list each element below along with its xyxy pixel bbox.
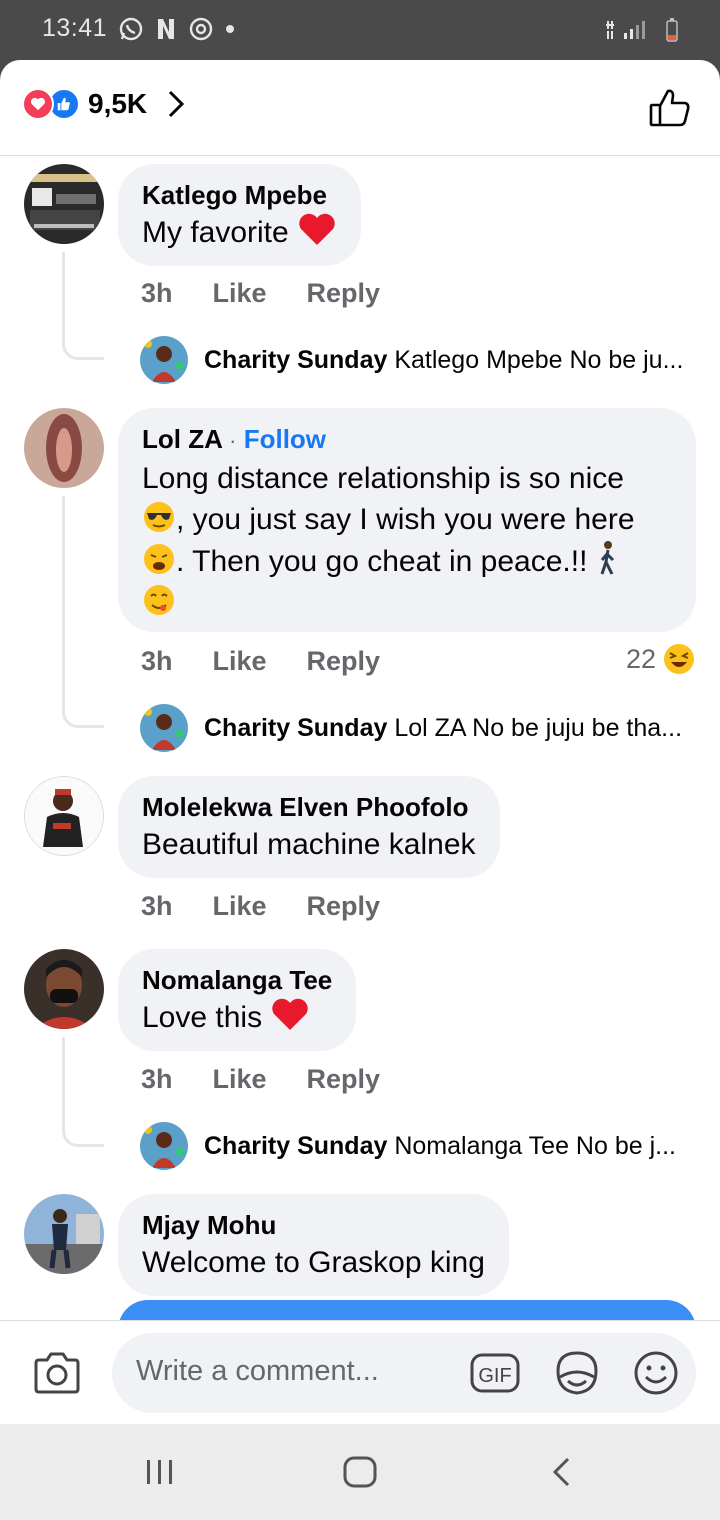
like-button[interactable]: Like — [213, 1064, 267, 1095]
home-icon[interactable] — [342, 1456, 378, 1488]
reply-button[interactable]: Reply — [307, 891, 381, 922]
comment-bubble[interactable]: Molelekwa Elven Phoofolo Beautiful machi… — [118, 776, 500, 878]
comment-actions: 3h Like Reply — [141, 646, 380, 677]
comment-bubble[interactable]: Mjay Mohu Welcome to Graskop king — [118, 1194, 509, 1296]
reaction-count: 9,5K — [88, 88, 148, 119]
reactions-summary[interactable]: 9,5K — [22, 88, 187, 120]
comment-text: Welcome to Graskop king — [142, 1246, 485, 1279]
comment-author[interactable]: Nomalanga Tee — [142, 963, 332, 997]
comment-author-row: Lol ZA · Follow — [142, 422, 672, 458]
reply-button[interactable]: Reply — [307, 1064, 381, 1095]
avatar[interactable] — [24, 949, 104, 1029]
gif-icon[interactable]: GIF — [470, 1349, 520, 1397]
reply-author: Charity Sunday — [204, 713, 388, 742]
reply-text: Charity Sunday Nomalanga Tee No be j... — [204, 1131, 676, 1160]
recent-apps-icon[interactable] — [144, 1456, 176, 1488]
comment-author[interactable]: Mjay Mohu — [142, 1208, 485, 1242]
comment-composer: Write a comment... GIF — [0, 1320, 720, 1424]
reply-author: Charity Sunday — [204, 345, 388, 374]
reply-button[interactable]: Reply — [307, 646, 381, 677]
sunglasses-emoji-icon — [144, 502, 174, 532]
comment-time: 3h — [141, 278, 173, 308]
reactions-header: 9,5K — [0, 60, 720, 156]
reply-author: Charity Sunday — [204, 1131, 388, 1160]
reply-preview[interactable]: Charity Sunday Lol ZA No be juju be tha.… — [140, 704, 704, 752]
status-bar: 13:41 — [0, 0, 720, 60]
laughing-emoji-icon — [664, 644, 694, 674]
reply-preview[interactable]: Charity Sunday Nomalanga Tee No be j... — [140, 1122, 704, 1170]
thread-connector — [62, 252, 104, 360]
chevron-right-icon — [169, 90, 185, 118]
comment-text: My favorite — [142, 212, 337, 253]
comment-list: Katlego Mpebe My favorite 3h Like Reply … — [0, 156, 720, 1320]
comment-actions: 3h Like Reply — [141, 1064, 380, 1095]
comment-text: Long distance relationship is so nice , … — [142, 458, 672, 623]
follow-separator: · — [229, 428, 237, 453]
heart-emoji-icon — [272, 998, 309, 1030]
avatar — [140, 336, 188, 384]
comment-time: 3h — [141, 1064, 173, 1094]
reply-button[interactable]: Reply — [307, 278, 381, 309]
weary-face-emoji-icon — [144, 544, 174, 574]
like-button[interactable]: Like — [213, 891, 267, 922]
thumbs-up-icon[interactable] — [648, 86, 692, 130]
comment-author[interactable]: Molelekwa Elven Phoofolo — [142, 790, 476, 824]
comment-time: 3h — [141, 646, 173, 676]
comment-reaction-summary[interactable]: 22 — [626, 642, 696, 676]
comment-input[interactable]: Write a comment... GIF — [112, 1333, 696, 1413]
status-time: 13:41 — [42, 14, 108, 42]
signal-icon — [606, 21, 645, 39]
dot-icon — [226, 25, 234, 33]
avatar[interactable] — [24, 408, 104, 488]
comment-author[interactable]: Katlego Mpebe — [142, 178, 337, 212]
attachment-preview[interactable] — [118, 1300, 696, 1320]
avatar — [140, 704, 188, 752]
comment-actions: 3h Like Reply — [141, 278, 380, 309]
thread-connector — [62, 496, 104, 728]
like-button[interactable]: Like — [213, 646, 267, 677]
avatar[interactable] — [24, 776, 104, 856]
netflix-icon — [158, 19, 174, 39]
follow-button[interactable]: Follow — [244, 424, 326, 454]
gif-label: GIF — [478, 1365, 511, 1387]
comment-bubble[interactable]: Lol ZA · Follow Long distance relationsh… — [118, 408, 696, 632]
emoji-icon[interactable] — [632, 1349, 680, 1397]
whatsapp-icon — [119, 17, 143, 41]
sync-icon — [189, 17, 213, 41]
avatar — [140, 1122, 188, 1170]
comment-bubble[interactable]: Nomalanga Tee Love this — [118, 949, 357, 1051]
heart-emoji-icon — [299, 213, 335, 245]
comment-reaction-count: 22 — [625, 643, 656, 674]
walking-person-emoji-icon — [600, 541, 614, 575]
system-status — [604, 17, 680, 43]
notification-icons — [118, 16, 236, 42]
comments-sheet: 9,5K Katlego Mpebe My favorite 3h Like R… — [0, 60, 720, 1424]
yum-face-emoji-icon — [144, 585, 174, 615]
reply-text: Charity Sunday Lol ZA No be juju be tha.… — [204, 713, 683, 742]
comment-author[interactable]: Lol ZA — [142, 424, 222, 454]
comment-text: Beautiful machine kalnek — [142, 828, 476, 861]
reply-text: Charity Sunday Katlego Mpebe No be ju... — [204, 345, 684, 374]
avatar[interactable] — [24, 164, 104, 244]
comment-input-placeholder: Write a comment... — [136, 1355, 379, 1387]
camera-icon[interactable] — [32, 1351, 82, 1395]
comment-time: 3h — [141, 891, 173, 921]
thread-connector — [62, 1037, 104, 1147]
back-icon[interactable] — [548, 1456, 576, 1488]
system-nav-bar — [0, 1424, 720, 1520]
comment-text: Love this — [142, 997, 332, 1038]
like-button[interactable]: Like — [213, 278, 267, 309]
comment-actions: 3h Like Reply — [141, 891, 380, 922]
sticker-icon[interactable] — [552, 1349, 602, 1397]
reply-preview[interactable]: Charity Sunday Katlego Mpebe No be ju... — [140, 336, 704, 384]
comment-bubble[interactable]: Katlego Mpebe My favorite — [118, 164, 362, 266]
avatar[interactable] — [24, 1194, 104, 1274]
love-reaction-icon — [22, 88, 54, 120]
battery-icon — [666, 18, 678, 42]
